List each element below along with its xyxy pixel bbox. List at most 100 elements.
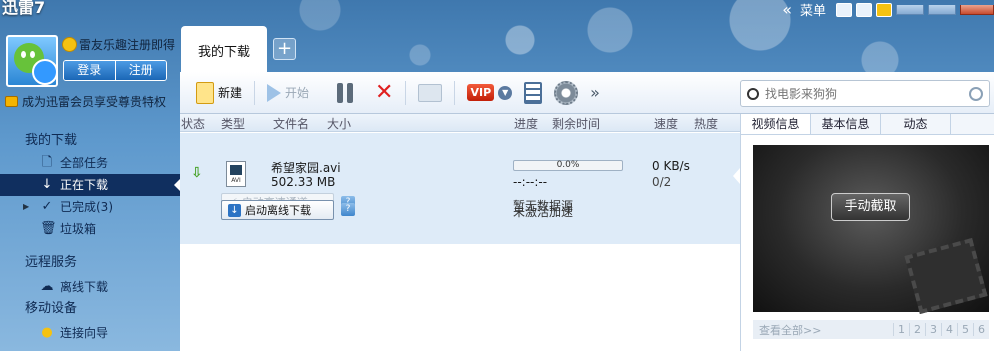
col-progress[interactable]: 进度 <box>514 115 538 132</box>
page-link[interactable]: 4 <box>941 323 957 336</box>
more-chevron-icon: » <box>590 83 600 102</box>
snapshot-button[interactable]: 手动截取 <box>831 193 910 221</box>
vip-promo[interactable]: 成为迅雷会员享受尊贵特权 <box>5 93 166 110</box>
sidebar-section-mobile[interactable]: 移动设备 <box>0 298 180 320</box>
sidebar-item-offline[interactable]: ☁ 离线下载 <box>0 276 180 298</box>
col-type[interactable]: 类型 <box>221 115 245 132</box>
col-status[interactable]: 状态 <box>181 115 205 132</box>
expand-triangle-icon[interactable]: ▶ <box>23 196 29 218</box>
sidebar-item-completed[interactable]: ▶ ✓ 已完成(3) <box>0 196 180 218</box>
page-link[interactable]: 1 <box>893 323 909 336</box>
remaining-time: --:--:-- <box>513 175 548 189</box>
new-button[interactable]: 新建 <box>190 78 248 108</box>
download-arrow-icon: ↓ <box>228 203 241 217</box>
detail-tabs: 视频信息 基本信息 动态 <box>741 114 994 135</box>
search-icon[interactable] <box>969 86 983 101</box>
minimize-button[interactable] <box>896 4 924 15</box>
doc-icon: 🗋 <box>41 155 53 170</box>
add-tab-button[interactable]: + <box>273 38 296 60</box>
trash-icon: 🗑 <box>40 221 57 236</box>
menu-button[interactable]: 菜单 <box>800 0 826 19</box>
sidebar-item-label: 垃圾箱 <box>60 222 97 236</box>
vip-button[interactable]: VIP ▼ <box>461 78 518 108</box>
offline-download-label: 启动离线下载 <box>245 204 311 217</box>
toolbar-divider <box>454 80 456 105</box>
sidebar-section-downloads[interactable]: 我的下载 <box>0 130 180 152</box>
sidebar-section-remote[interactable]: 远程服务 <box>0 252 180 274</box>
sidebar-item-all-tasks[interactable]: 🗋 全部任务 <box>0 152 180 174</box>
new-doc-icon <box>196 81 214 104</box>
avatar[interactable] <box>6 35 58 87</box>
pause-icon <box>335 82 355 103</box>
gear-icon <box>554 80 579 105</box>
username-label[interactable]: 雷友乐趣注册即得 <box>79 36 175 53</box>
tab-activity[interactable]: 动态 <box>881 114 951 134</box>
skin-icon[interactable] <box>836 2 852 17</box>
gift-icon[interactable] <box>876 2 892 17</box>
search-box <box>740 80 990 107</box>
collapse-chevron-icon[interactable]: « <box>782 0 792 19</box>
settings-button[interactable] <box>548 78 584 108</box>
delete-button[interactable]: ✕ <box>369 78 399 108</box>
col-speed[interactable]: 速度 <box>654 115 678 132</box>
avatar-eye <box>30 51 35 58</box>
toolbar-divider <box>254 80 256 105</box>
register-button[interactable]: 注册 <box>114 61 166 80</box>
play-icon <box>267 83 282 102</box>
sidebar-item-label: 正在下载 <box>60 178 109 192</box>
tab-video-info[interactable]: 视频信息 <box>741 114 811 134</box>
close-button[interactable] <box>960 4 994 15</box>
table-row-ext <box>180 224 740 244</box>
page-link[interactable]: 6 <box>973 323 989 336</box>
toolbar-divider <box>405 80 407 105</box>
start-button-label: 开始 <box>285 86 310 100</box>
page-link[interactable]: 2 <box>909 323 925 336</box>
message-icon[interactable] <box>856 2 872 17</box>
maximize-button[interactable] <box>928 4 956 15</box>
file-size: 502.33 MB <box>271 175 336 189</box>
avatar-face-blue <box>32 59 56 85</box>
offline-download-button[interactable]: ↓ 启动离线下载 <box>221 200 334 220</box>
detail-pointer <box>733 168 740 184</box>
video-preview: 手动截取 <box>753 145 989 315</box>
username-row[interactable]: 雷友乐趣注册即得 <box>62 36 175 53</box>
search-input[interactable] <box>765 86 963 101</box>
pause-button[interactable] <box>329 78 361 108</box>
list-view-button[interactable] <box>518 78 548 108</box>
list-icon <box>524 81 543 104</box>
sidebar-nav: 我的下载 🗋 全部任务 ↓ 正在下载 ▶ ✓ 已完成(3) 🗑 垃圾箱 远程服务… <box>0 120 180 344</box>
task-list: 状态 类型 文件名 大小 进度 剩余时间 速度 热度 ⇩ AVI 希望家园.av… <box>180 114 740 351</box>
peer-count: 0/2 <box>652 175 672 189</box>
chevron-down-icon[interactable]: ▼ <box>498 85 513 100</box>
col-filename[interactable]: 文件名 <box>273 115 309 132</box>
login-button[interactable]: 登录 <box>64 61 115 80</box>
sidebar-item-label: 全部任务 <box>60 156 109 170</box>
delete-x-icon: ✕ <box>375 79 394 105</box>
open-folder-button[interactable] <box>412 78 448 108</box>
sidebar-item-label: 离线下载 <box>60 280 109 294</box>
vip-icon: VIP <box>467 84 495 101</box>
col-size[interactable]: 大小 <box>327 115 351 132</box>
cloud-icon: ☁ <box>40 279 54 294</box>
sidebar-item-wizard[interactable]: ● 连接向导 <box>0 322 180 344</box>
more-button[interactable]: » <box>584 78 606 108</box>
help-icon[interactable]: ? <box>341 203 355 216</box>
bulb-icon: ● <box>41 325 53 340</box>
app-title: 迅雷7 <box>2 0 46 17</box>
avi-file-icon: AVI <box>226 161 246 187</box>
page-link[interactable]: 3 <box>925 323 941 336</box>
download-speed: 0 KB/s <box>652 159 690 173</box>
sidebar-item-downloading[interactable]: ↓ 正在下载 <box>0 174 180 196</box>
downloading-arrow-icon: ⇩ <box>191 165 203 181</box>
tab-basic-info[interactable]: 基本信息 <box>811 114 881 134</box>
start-button[interactable]: 开始 <box>261 78 315 108</box>
page-link[interactable]: 5 <box>957 323 973 336</box>
sidebar-item-trash[interactable]: 🗑 垃圾箱 <box>0 218 180 240</box>
col-remaining[interactable]: 剩余时间 <box>552 115 600 132</box>
auth-buttons: 登录 注册 <box>63 60 167 81</box>
search-scope-icon[interactable] <box>747 87 759 100</box>
col-heat[interactable]: 热度 <box>694 115 718 132</box>
tab-my-downloads[interactable]: 我的下载 <box>181 26 267 74</box>
vip-promo-label[interactable]: 成为迅雷会员享受尊贵特权 <box>22 93 166 110</box>
view-all-link[interactable]: 查看全部>> <box>753 322 893 338</box>
